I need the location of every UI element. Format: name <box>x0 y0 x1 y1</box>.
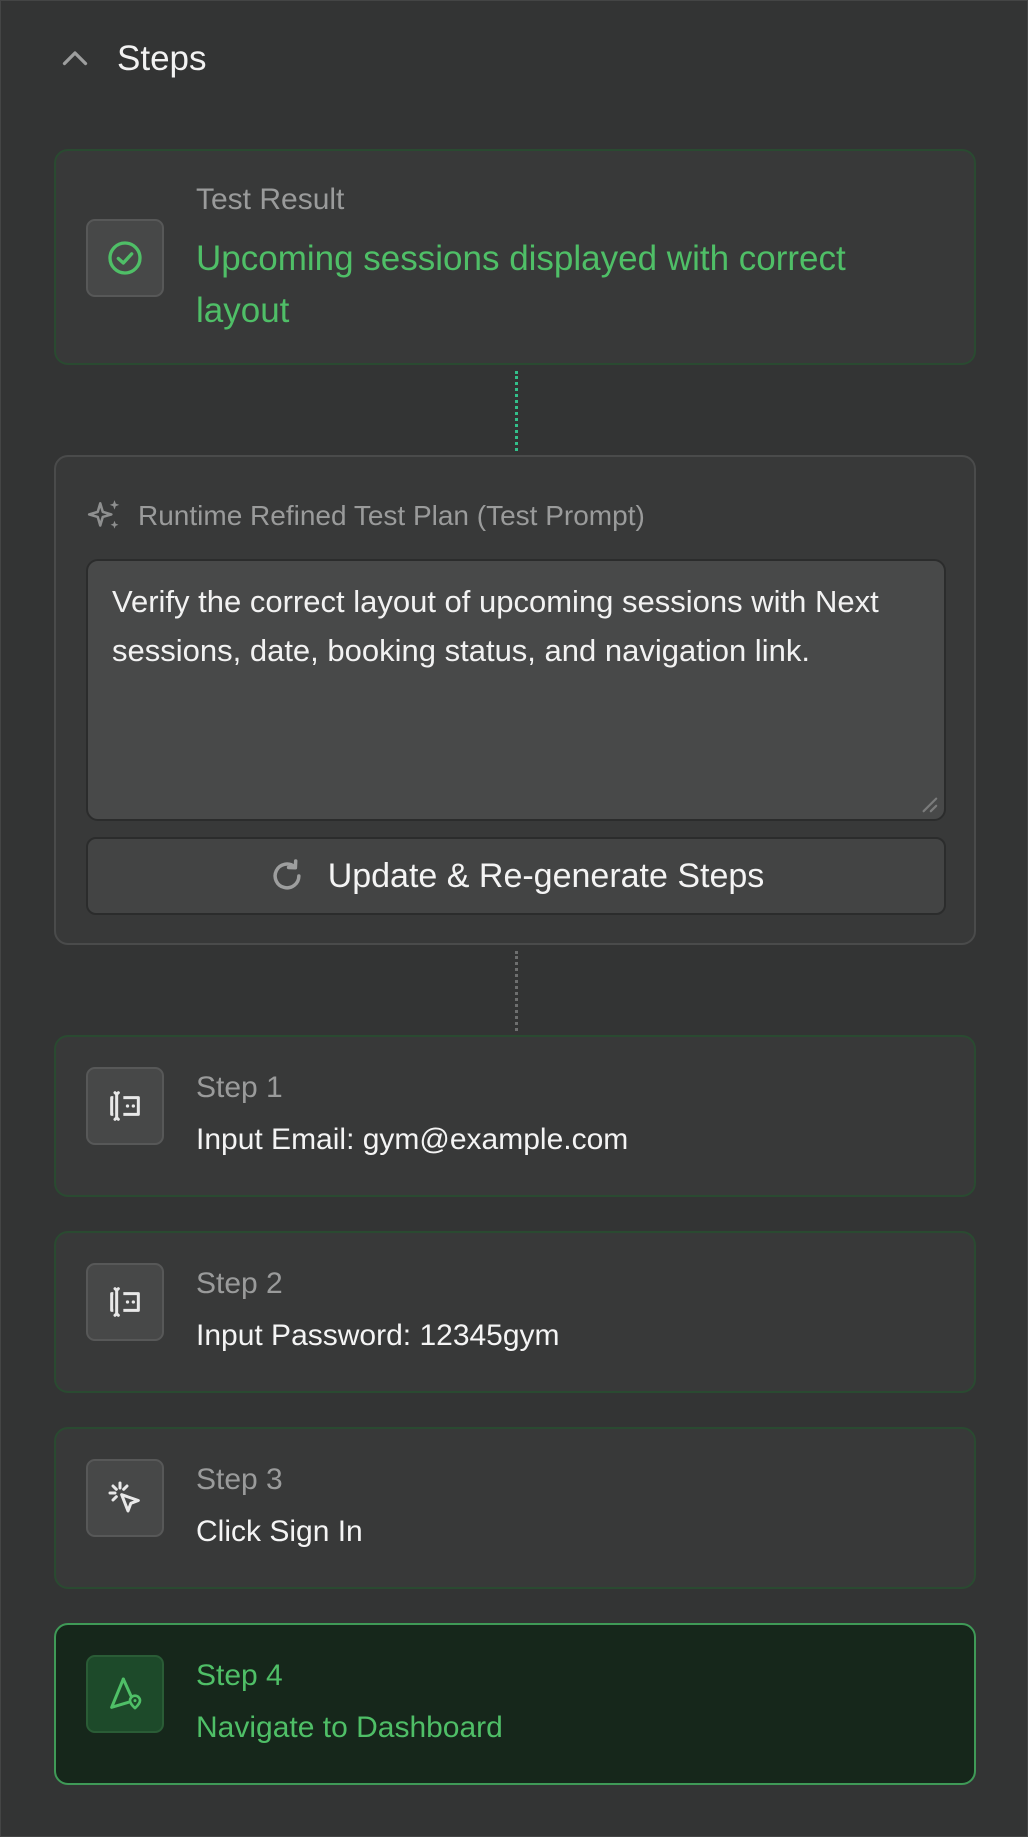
check-circle-icon <box>108 241 142 275</box>
test-plan-card: Runtime Refined Test Plan (Test Prompt) … <box>54 455 976 945</box>
step-label: Step 2 <box>196 1267 283 1300</box>
step-label: Step 3 <box>196 1463 283 1496</box>
regenerate-steps-label: Update & Re-generate Steps <box>327 856 765 895</box>
steps-title: Steps <box>117 39 207 78</box>
sparkles-icon <box>87 500 120 529</box>
step-icon-box <box>86 1655 164 1733</box>
step-label: Step 1 <box>196 1071 283 1104</box>
steps-header[interactable]: Steps <box>57 37 207 81</box>
text-input-icon <box>110 1091 140 1121</box>
result-icon-box <box>86 219 164 297</box>
connector-dotted-line <box>515 371 518 451</box>
step-action: Input Email: gym@example.com <box>196 1123 629 1156</box>
test-result-label: Test Result <box>196 183 345 216</box>
click-pointer-icon <box>108 1481 140 1513</box>
connector-dotted-line <box>515 951 518 1031</box>
step-card-4-active[interactable]: Step 4 Navigate to Dashboard <box>54 1623 976 1785</box>
step-card-3[interactable]: Step 3 Click Sign In <box>54 1427 976 1589</box>
refresh-icon <box>273 859 301 890</box>
chevron-up-icon <box>62 51 88 66</box>
step-icon-box <box>86 1459 164 1537</box>
step-icon-box <box>86 1067 164 1145</box>
test-result-card: Test Result Upcoming sessions displayed … <box>54 149 976 365</box>
text-input-icon <box>110 1287 140 1317</box>
step-card-1[interactable]: Step 1 Input Email: gym@example.com <box>54 1035 976 1197</box>
test-prompt-text: Verify the correct layout of upcoming se… <box>112 584 879 668</box>
step-label: Step 4 <box>196 1659 283 1692</box>
navigate-location-icon <box>110 1677 142 1710</box>
step-action: Input Password: 12345gym <box>196 1319 560 1352</box>
step-icon-box <box>86 1263 164 1341</box>
test-result-value: Upcoming sessions displayed with correct… <box>196 239 846 330</box>
step-action: Navigate to Dashboard <box>196 1711 503 1744</box>
regenerate-steps-button[interactable]: Update & Re-generate Steps <box>86 837 946 915</box>
test-plan-header: Runtime Refined Test Plan (Test Prompt) <box>86 497 645 535</box>
resize-grip-icon[interactable] <box>920 795 938 813</box>
step-card-2[interactable]: Step 2 Input Password: 12345gym <box>54 1231 976 1393</box>
test-prompt-textarea[interactable]: Verify the correct layout of upcoming se… <box>86 559 946 821</box>
step-action: Click Sign In <box>196 1515 363 1548</box>
steps-panel: Steps Test Result Upcoming sessions disp… <box>0 0 1028 1837</box>
test-plan-title: Runtime Refined Test Plan (Test Prompt) <box>138 500 645 531</box>
